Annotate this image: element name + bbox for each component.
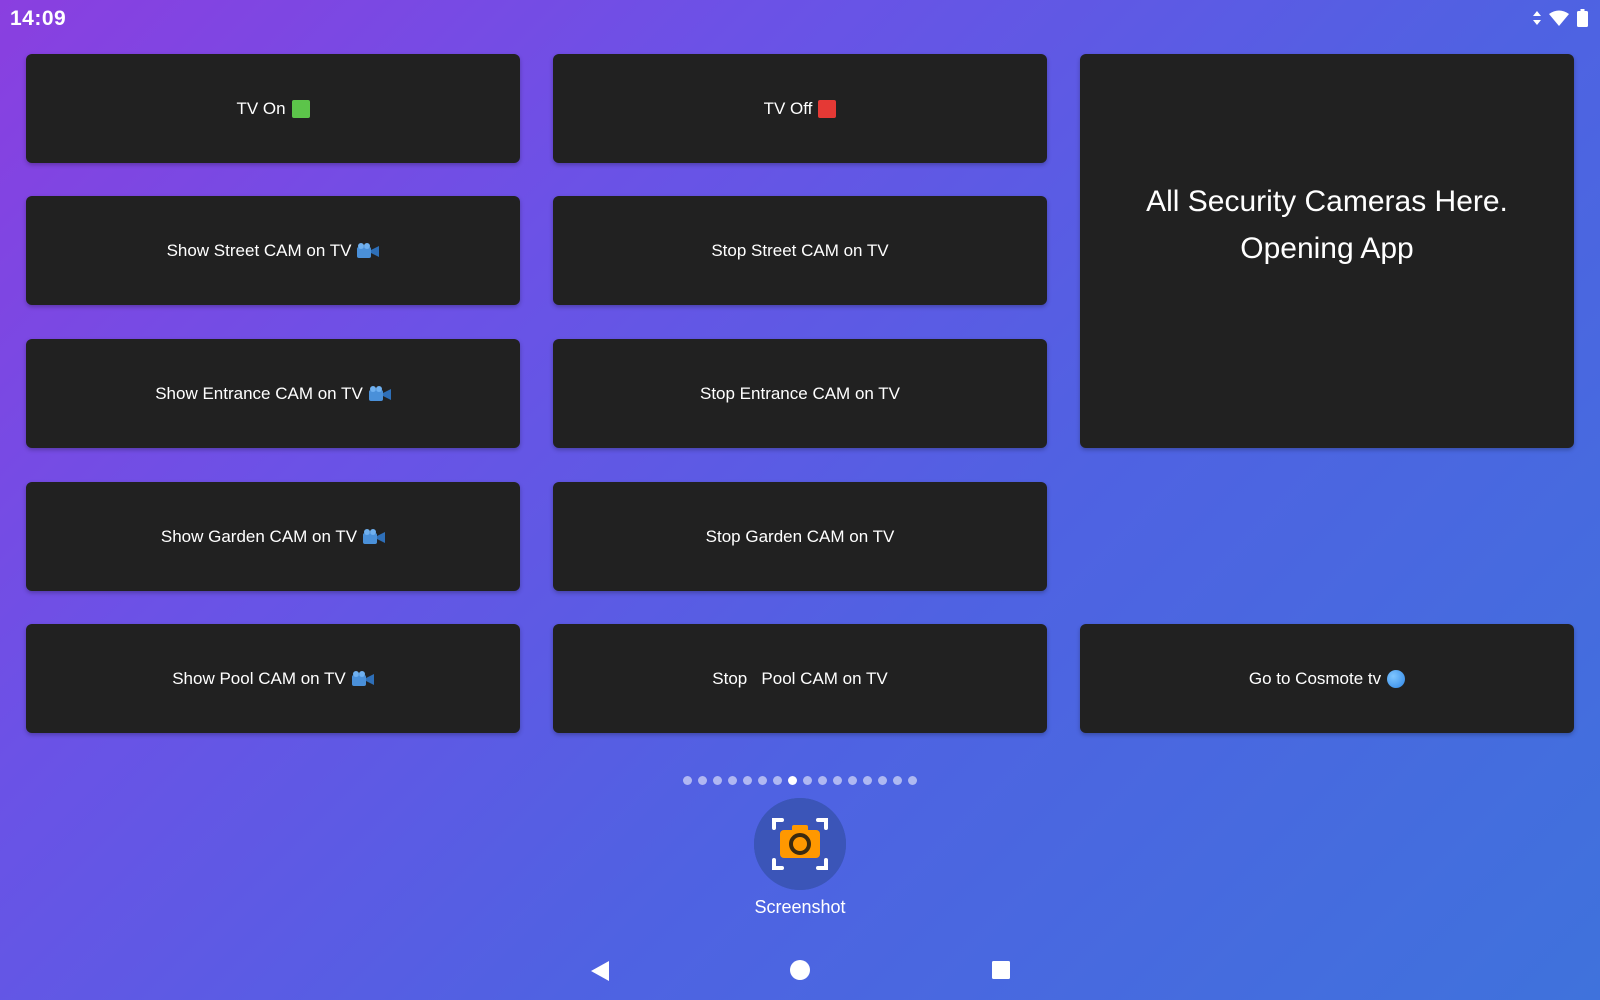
stop-street-cam-label: Stop Street CAM on TV — [711, 240, 889, 260]
page-dot — [908, 776, 917, 785]
page-dot — [773, 776, 782, 785]
page-dot — [728, 776, 737, 785]
page-indicator — [0, 776, 1600, 785]
stop-entrance-cam-label: Stop Entrance CAM on TV — [699, 383, 900, 403]
page-dot — [893, 776, 902, 785]
page-dot — [683, 776, 692, 785]
back-triangle-icon — [591, 961, 609, 981]
page-dot-active — [788, 776, 797, 785]
green-square-icon — [291, 99, 310, 118]
show-garden-cam-button[interactable]: Show Garden CAM on TV — [26, 482, 520, 591]
show-street-cam-button[interactable]: Show Street CAM on TV — [26, 196, 520, 305]
video-camera-icon — [363, 528, 386, 545]
screenshot-camera-icon — [754, 798, 846, 890]
page-dot — [848, 776, 857, 785]
home-button[interactable] — [790, 960, 810, 985]
home-circle-icon — [790, 960, 810, 980]
stop-garden-cam-button[interactable]: Stop Garden CAM on TV — [553, 482, 1047, 591]
tv-off-button[interactable]: TV Off — [553, 54, 1047, 163]
go-to-cosmote-tv-label: Go to Cosmote tv — [1248, 668, 1382, 688]
status-bar: 14:09 — [0, 0, 1600, 38]
video-camera-icon — [357, 242, 380, 259]
tv-on-button[interactable]: TV On — [26, 54, 520, 163]
show-street-cam-label: Show Street CAM on TV — [166, 240, 352, 260]
data-arrows-icon — [1533, 11, 1541, 30]
page-dot — [698, 776, 707, 785]
page-dot — [743, 776, 752, 785]
recents-button[interactable] — [992, 961, 1010, 984]
wifi-icon — [1549, 10, 1569, 31]
show-pool-cam-button[interactable]: Show Pool CAM on TV — [26, 624, 520, 733]
stop-pool-cam-button[interactable]: Stop Pool CAM on TV — [553, 624, 1047, 733]
tv-on-label: TV On — [236, 98, 286, 118]
red-square-icon — [818, 99, 837, 118]
status-icons — [1533, 9, 1588, 32]
page-dot — [878, 776, 887, 785]
navigation-bar — [0, 945, 1600, 995]
opening-app-text: Opening App — [1240, 232, 1414, 265]
recents-square-icon — [992, 961, 1010, 979]
video-camera-icon — [368, 385, 391, 402]
stop-entrance-cam-button[interactable]: Stop Entrance CAM on TV — [553, 339, 1047, 448]
page-dot — [863, 776, 872, 785]
back-button[interactable] — [590, 960, 610, 987]
battery-icon — [1577, 9, 1588, 32]
security-cameras-app-button[interactable]: All Security Cameras Here. Opening App — [1080, 54, 1574, 448]
go-to-cosmote-tv-button[interactable]: Go to Cosmote tv — [1080, 624, 1574, 733]
stop-pool-cam-label: Stop Pool CAM on TV — [712, 668, 888, 688]
video-camera-icon — [351, 670, 374, 687]
page-dot — [758, 776, 767, 785]
show-garden-cam-label: Show Garden CAM on TV — [160, 526, 358, 546]
page-dot — [833, 776, 842, 785]
page-dot — [803, 776, 812, 785]
stop-garden-cam-label: Stop Garden CAM on TV — [705, 526, 895, 546]
globe-icon — [1387, 669, 1406, 688]
tv-off-label: TV Off — [763, 98, 813, 118]
page-dot — [713, 776, 722, 785]
show-entrance-cam-label: Show Entrance CAM on TV — [155, 383, 363, 403]
security-cameras-title: All Security Cameras Here. — [1146, 185, 1508, 218]
status-time: 14:09 — [10, 7, 67, 30]
stop-street-cam-button[interactable]: Stop Street CAM on TV — [553, 196, 1047, 305]
show-pool-cam-label: Show Pool CAM on TV — [172, 668, 346, 688]
screenshot-app-label: Screenshot — [754, 897, 846, 917]
show-entrance-cam-button[interactable]: Show Entrance CAM on TV — [26, 339, 520, 448]
page-dot — [818, 776, 827, 785]
screenshot-app-icon[interactable] — [754, 798, 846, 890]
